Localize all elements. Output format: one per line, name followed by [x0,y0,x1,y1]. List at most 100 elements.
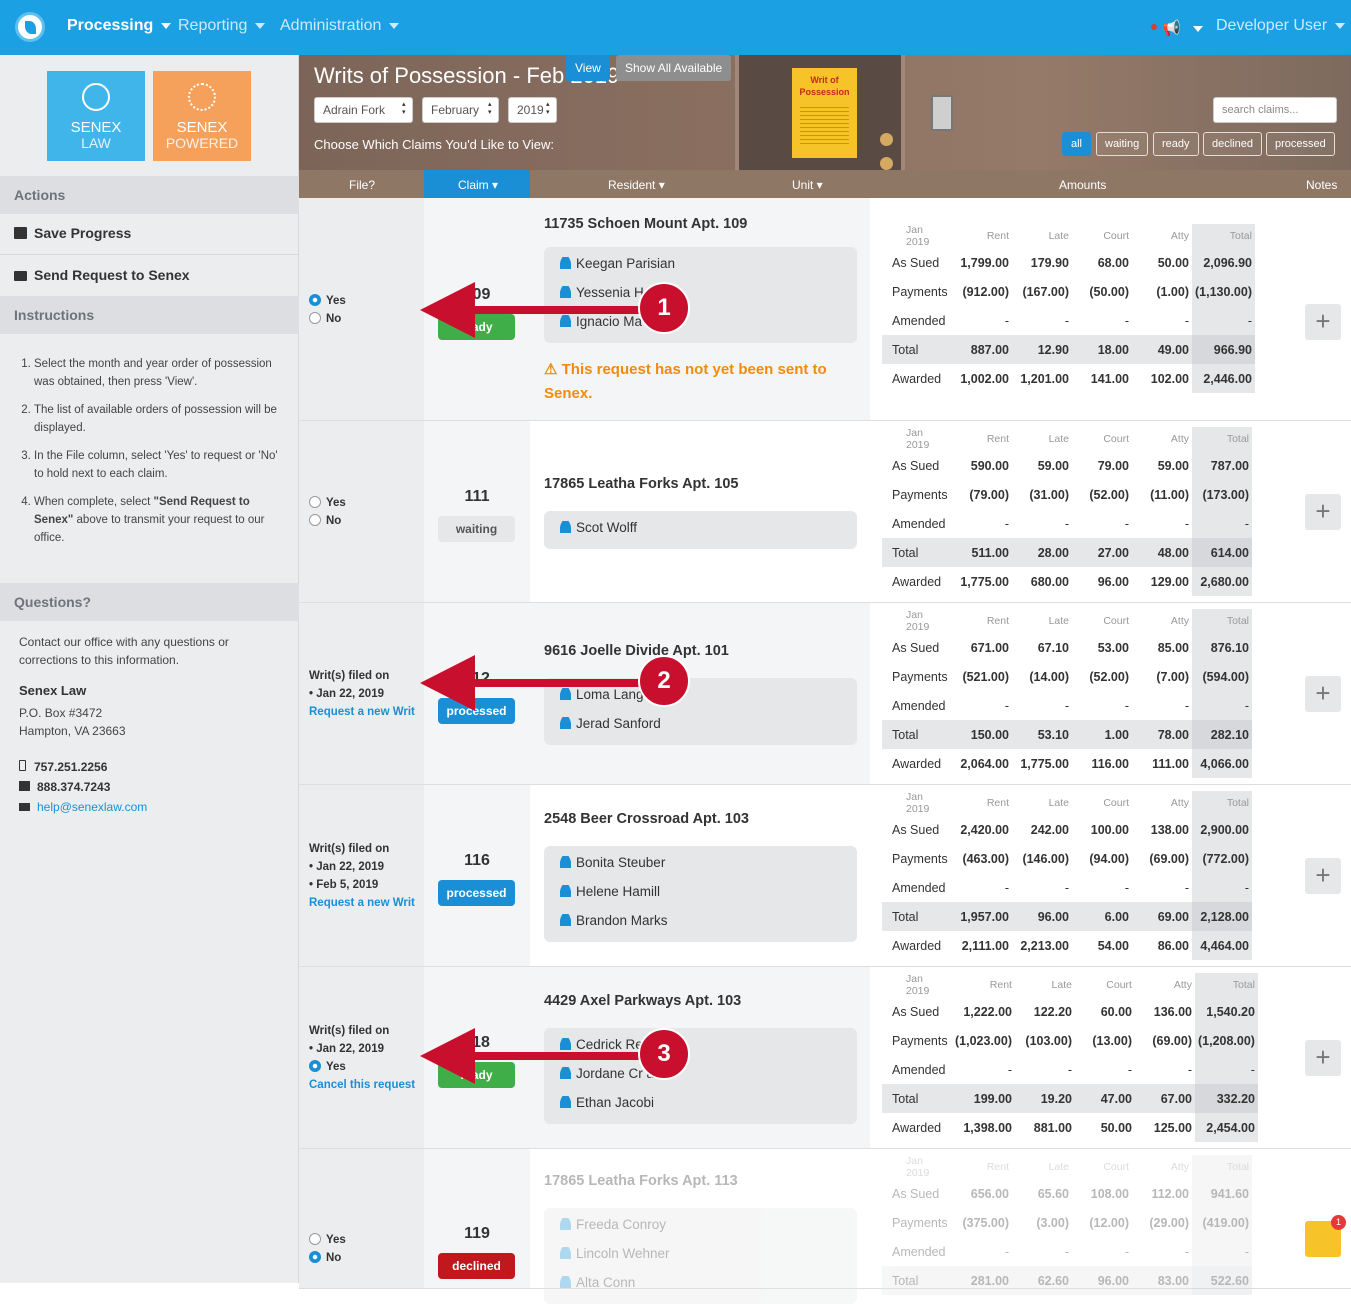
resident-name[interactable]: Jerad Sanford [560,716,857,745]
yes-radio[interactable]: Yes [309,292,346,310]
resident-name[interactable]: Scot Wolff [560,520,857,549]
cancel-request-link[interactable]: Cancel this request [309,1076,415,1094]
amount-header: Rent [986,433,1009,445]
brand-law-line2: LAW [81,135,111,151]
resident-name[interactable]: Keegan Parisian [560,256,857,285]
email-link[interactable]: help@senexlaw.com [37,800,147,814]
callout-arrow-1: 1 [420,282,693,338]
amount-value: 136.00 [1135,997,1195,1026]
show-all-button[interactable]: Show All Available [616,55,732,81]
unit-address[interactable]: 17865 Leatha Forks Apt. 105 [544,476,739,492]
resident-name[interactable]: Freeda Conroy [560,1217,857,1246]
amounts-cell: Jan 2019 Rent Late Court Atty Total As Sued 1,7… [870,198,1290,420]
unit-address[interactable]: 2548 Beer Crossroad Apt. 103 [544,811,749,827]
amount-number: (79.00) [969,487,1009,502]
door-knob [880,157,893,170]
view-button[interactable]: View [566,55,610,81]
request-new-writ-link[interactable]: Request a new Writ [309,894,415,912]
save-progress-button[interactable]: Save Progress [0,213,299,255]
add-note-icon[interactable]: + [1305,303,1341,340]
resident-name[interactable]: Alta Conn [560,1275,857,1304]
app-logo-icon[interactable] [15,12,45,42]
amount-value: (14.00) [1012,662,1072,691]
file-cell: Yes No [299,1149,424,1288]
amount-value: 1,775.00 [952,567,1012,596]
nav-processing-label: Processing [67,17,154,34]
filter-declined[interactable]: declined [1203,132,1262,156]
notice-title: Writ of Possession [799,75,850,97]
resident-name[interactable]: Lincoln Wehner [560,1246,857,1275]
chevron-down-icon [161,22,172,29]
claim-number[interactable]: 116 [424,852,530,870]
megaphone-icon[interactable]: 📢 [1162,19,1203,37]
amount-number: 69.00 [1157,909,1189,924]
col-unit[interactable]: Unit ▾ [792,178,823,192]
filter-all[interactable]: all [1062,132,1092,156]
amounts-table: Jan 2019 Rent Late Court Atty Total As Sued 1,2… [882,973,1258,1142]
amount-label: Payments [892,1033,948,1048]
amounts-cell: Jan 2019 Rent Late Court Atty Total As Sued 1,2… [870,967,1290,1148]
amount-value: 4,464.00 [1192,931,1252,960]
amount-value: 138.00 [1132,815,1192,844]
year-select[interactable]: 2019 [508,97,557,123]
page-header: Writ of Possession Writs of Possession -… [299,55,1351,170]
amount-number: 281.00 [970,1273,1009,1288]
amount-number: (375.00) [962,1215,1009,1230]
amount-number: 100.00 [1090,822,1129,837]
firm-name: Senex Law [19,683,87,698]
nav-administration[interactable]: Administration [280,17,400,35]
resident-name[interactable]: Helene Hamill [560,884,857,913]
amount-value: 78.00 [1132,720,1192,749]
resident-name[interactable]: Brandon Marks [560,913,857,942]
amount-number: (1,130.00) [1195,284,1252,299]
amount-number: 1,398.00 [963,1120,1012,1135]
month-select[interactable]: February [422,97,499,123]
resident-cell: 17865 Leatha Forks Apt. 105 Scot Wolff [530,421,870,602]
note-icon[interactable]: 1 [1305,1215,1346,1257]
unit-address[interactable]: 4429 Axel Parkways Apt. 103 [544,993,741,1009]
amount-value: 1,799.00 [952,248,1012,277]
amount-number: 2,680.00 [1200,574,1249,589]
amount-number: 881.00 [1033,1120,1072,1135]
no-radio[interactable]: No [309,1249,346,1267]
amounts-cell: Jan 2019 Rent Late Court Atty Total As Sued 590… [870,421,1290,602]
col-resident[interactable]: Resident ▾ [608,178,665,192]
amount-label: Amended [892,698,946,713]
unit-address[interactable]: 11735 Schoen Mount Apt. 109 [544,216,747,232]
amount-number: 65.60 [1037,1186,1069,1201]
amount-value: - [952,873,1012,902]
nav-reporting[interactable]: Reporting [178,17,266,35]
yes-radio[interactable]: Yes [309,1231,346,1249]
unit-address[interactable]: 17865 Leatha Forks Apt. 113 [544,1173,738,1189]
filter-waiting[interactable]: waiting [1096,132,1149,156]
add-note-icon[interactable]: + [1305,676,1341,712]
amount-header: Late [1048,797,1069,809]
no-radio[interactable]: No [309,512,346,530]
amount-number: 1,957.00 [960,909,1009,924]
col-claim[interactable]: Claim ▾ [458,178,498,192]
filter-processed[interactable]: processed [1266,132,1335,156]
yes-radio[interactable]: Yes [309,1058,415,1076]
resident-name[interactable]: Ethan Jacobi [560,1095,857,1124]
yes-radio[interactable]: Yes [309,494,346,512]
user-menu[interactable]: Developer User [1216,17,1346,35]
amount-value: (94.00) [1072,844,1132,873]
nav-processing[interactable]: Processing [67,17,172,35]
amounts-table: Jan 2019 Rent Late Court Atty Total As Sued 1,7… [882,224,1255,393]
claim-number[interactable]: 111 [424,488,530,506]
no-radio[interactable]: No [309,310,346,328]
search-input[interactable]: search claims... [1213,97,1337,123]
claim-number[interactable]: 119 [424,1225,530,1243]
amount-value: - [1012,306,1072,335]
add-note-icon[interactable]: + [1305,494,1341,530]
add-note-icon[interactable]: + [1305,858,1341,894]
request-new-writ-link[interactable]: Request a new Writ [309,703,415,721]
resident-block: 17865 Leatha Forks Apt. 105 Scot Wolff [530,421,870,602]
filter-ready[interactable]: ready [1153,132,1199,156]
attorney-select[interactable]: Adrain Fork [314,97,413,123]
send-request-button[interactable]: Send Request to Senex [0,255,299,297]
col-file[interactable]: File? [349,178,375,192]
amount-header: Jan 2019 [906,427,930,451]
add-note-icon[interactable]: + [1305,1040,1341,1076]
resident-name[interactable]: Bonita Steuber [560,855,857,884]
